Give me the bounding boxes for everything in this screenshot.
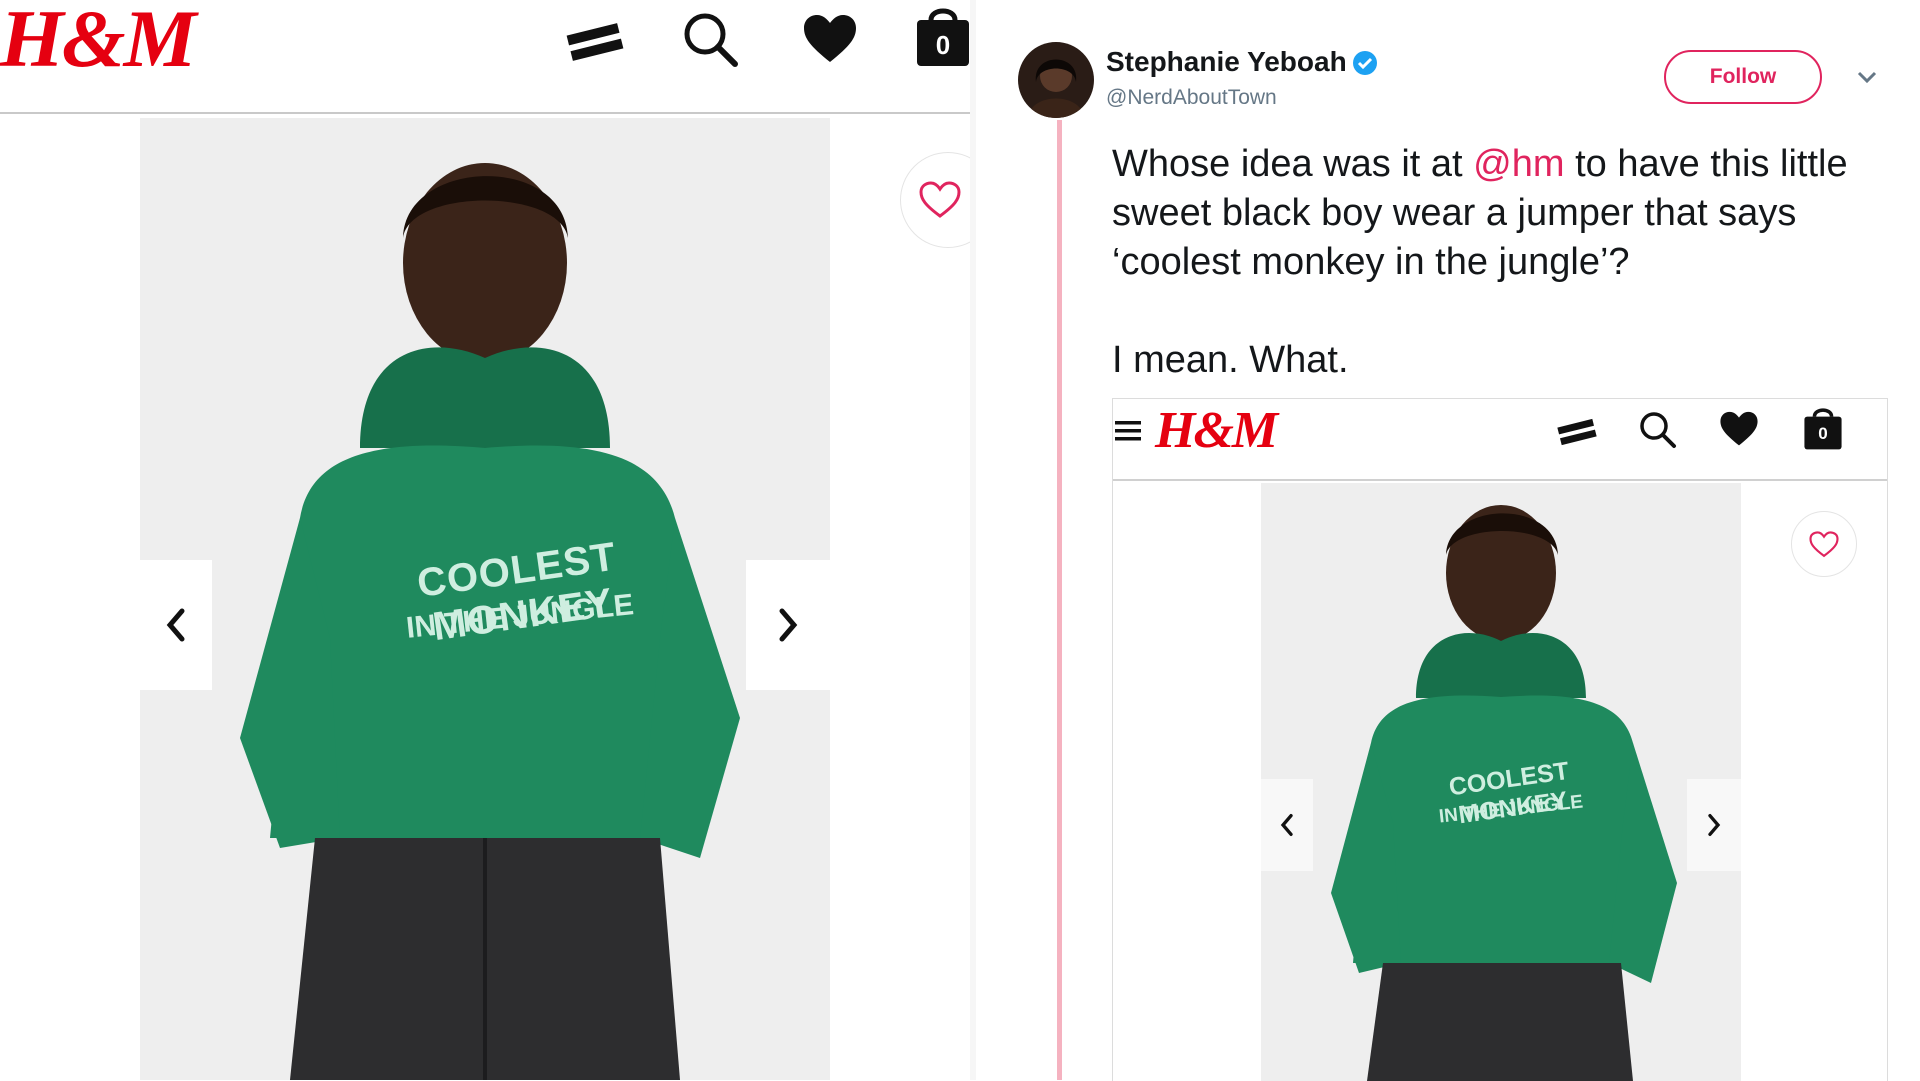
author-handle[interactable]: @NerdAboutTown bbox=[1106, 86, 1277, 110]
embedded-previous-button bbox=[1261, 779, 1313, 871]
favorite-button[interactable] bbox=[900, 152, 970, 248]
embedded-favorite-button bbox=[1791, 511, 1857, 577]
shopping-bag-icon[interactable]: 0 bbox=[915, 4, 970, 68]
embedded-hm-header: H&M 0 bbox=[1113, 399, 1887, 481]
heart-icon[interactable] bbox=[795, 6, 865, 72]
card-icon[interactable] bbox=[560, 12, 630, 72]
embedded-hm-logo: H&M bbox=[1155, 402, 1278, 459]
follow-button[interactable]: Follow bbox=[1664, 50, 1822, 104]
hm-product-page: H&M 0 COOLEST MONKEY IN THE JUNGLE bbox=[0, 0, 970, 1080]
tweet-body: Whose idea was it at @hm to have this li… bbox=[1112, 140, 1892, 385]
embedded-chevron-left-icon bbox=[1280, 814, 1293, 836]
embedded-search-icon bbox=[1637, 409, 1677, 454]
tweet-card: Stephanie Yeboah @NerdAboutTown Follow W… bbox=[976, 0, 1920, 1081]
embedded-screenshot[interactable]: H&M 0 COOLEST MONKEY IN THE JUNGLE bbox=[1112, 398, 1888, 1081]
embedded-bag-count: 0 bbox=[1818, 424, 1828, 443]
chevron-left-icon bbox=[166, 608, 185, 642]
thread-line bbox=[1057, 120, 1062, 1080]
tweet-text-start: Whose idea was it at bbox=[1112, 143, 1474, 185]
heart-outline-icon bbox=[919, 181, 961, 218]
previous-image-button[interactable] bbox=[140, 560, 212, 690]
tweet-paragraph-2: I mean. What. bbox=[1112, 339, 1349, 381]
hamburger-menu-icon bbox=[1115, 419, 1143, 448]
search-icon[interactable] bbox=[675, 4, 745, 74]
bag-count: 0 bbox=[935, 30, 951, 60]
avatar[interactable] bbox=[1018, 42, 1094, 118]
embedded-chevron-right-icon bbox=[1708, 814, 1721, 836]
embedded-heart-outline-icon bbox=[1809, 530, 1839, 557]
chevron-down-icon[interactable] bbox=[1856, 70, 1878, 89]
embedded-heart-icon bbox=[1719, 411, 1759, 452]
hm-logo[interactable]: H&M bbox=[0, 0, 196, 84]
embedded-card-icon bbox=[1557, 415, 1597, 454]
tweet-paragraph-1: Whose idea was it at @hm to have this li… bbox=[1112, 140, 1892, 287]
embedded-product-image: COOLEST MONKEY IN THE JUNGLE bbox=[1261, 483, 1741, 1081]
product-image: COOLEST MONKEY IN THE JUNGLE bbox=[140, 118, 830, 1080]
mention-link[interactable]: @hm bbox=[1473, 143, 1564, 185]
embedded-bag-icon: 0 bbox=[1803, 405, 1843, 451]
embedded-next-button bbox=[1687, 779, 1741, 871]
hm-header: H&M 0 bbox=[0, 0, 970, 114]
next-image-button[interactable] bbox=[746, 560, 830, 690]
chevron-right-icon bbox=[779, 608, 798, 642]
verified-badge-icon bbox=[1352, 50, 1378, 81]
author-name[interactable]: Stephanie Yeboah bbox=[1106, 46, 1347, 78]
